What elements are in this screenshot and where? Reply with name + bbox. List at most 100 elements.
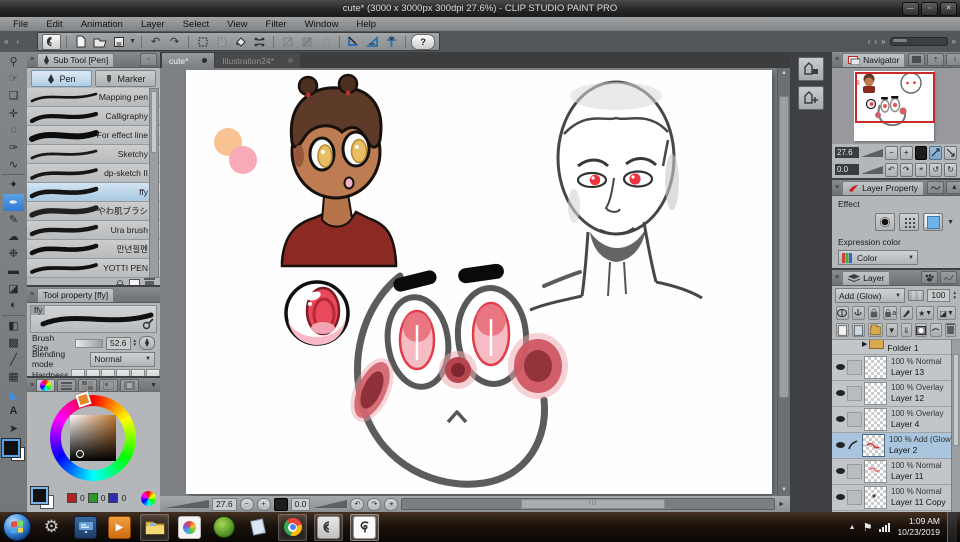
taskbar-display-app[interactable] [72,515,99,540]
layer-row-folder[interactable]: ▶ 100 % Normal Folder 1 [832,340,960,355]
lock-transparent-icon[interactable]: a [883,306,898,320]
navigator-tab[interactable]: Navigator [842,52,906,67]
move-layer-tool[interactable]: ✛ [3,105,24,122]
brush-item[interactable]: 만년필펜 [27,240,160,259]
layer-checkbox[interactable] [847,412,862,427]
brush-size-slider[interactable] [75,338,103,348]
menu-select[interactable]: Select [174,17,218,31]
reset-rotation-button[interactable]: ✳ [384,497,399,511]
transfer-layer-button[interactable]: ▼ [886,323,898,337]
vertical-scroll-thumb[interactable] [779,96,789,398]
decoration-tool[interactable]: ❉ [3,245,24,262]
delete-layer-button[interactable] [944,323,956,337]
horizontal-scrollbar[interactable]: III [401,498,776,510]
layer-checkbox[interactable] [847,360,862,375]
taskbar-settings-app[interactable]: ⚙ [38,515,65,540]
tab-color-set[interactable] [78,378,98,392]
taskbar-medibang-app[interactable] [176,515,203,540]
scroll-left-icon[interactable]: « [0,37,12,46]
create-mask-button[interactable] [915,323,927,337]
horizontal-scroll-thumb[interactable]: III [521,499,665,509]
merge-layer-button[interactable]: ⇓ [900,323,912,337]
blend-mode-dropdown[interactable]: Add (Glow) ▼ [835,288,905,303]
taskbar-clock[interactable]: 1:09 AM 10/23/2019 [897,516,940,537]
dock-collapse-icon[interactable]: » [881,37,885,46]
layer-visible-icon[interactable] [836,468,845,474]
reselect-button[interactable] [213,35,230,49]
layer-row[interactable]: 100 % Overlay Layer 12 [832,381,960,407]
navigator-zoom-value[interactable]: 27.6 [835,147,859,158]
menu-window[interactable]: Window [296,17,348,31]
rotate-cw-button[interactable]: ↷ [367,497,382,511]
navigator-zoom-slider[interactable] [861,148,883,157]
undo-button[interactable]: ↶ [147,35,164,49]
layer-thumbnail[interactable] [864,486,887,509]
brush-item[interactable]: Mapping pen [27,88,160,107]
soft-eraser-tool[interactable]: ◪ [3,279,24,296]
menu-file[interactable]: File [4,17,37,31]
transform-button[interactable] [251,35,268,49]
menu-view[interactable]: View [218,17,256,31]
layer-row[interactable]: 100 % Normal Layer 11 Copy [832,485,960,511]
mask-combo-button[interactable]: ◪ ▼ [937,306,956,320]
apply-mask-button[interactable] [930,323,942,337]
snap-to-ruler-button[interactable] [345,35,362,49]
tab-information[interactable]: i [946,53,960,66]
tab-item-bank[interactable]: ⇡ [927,53,945,66]
tab-pen[interactable]: Pen [31,70,92,87]
auto-select-tool[interactable]: ✦ [3,176,24,193]
snap-to-grid-button[interactable] [383,35,400,49]
eraser-tool[interactable]: ▬ [3,262,24,279]
dock-mini-scrollbar[interactable] [889,37,948,46]
menu-edit[interactable]: Edit [37,17,71,31]
blend-tool[interactable]: ◐ [3,297,24,314]
save-dropdown-icon[interactable]: ▼ [129,38,136,45]
clip-to-layer-icon[interactable] [851,306,865,320]
brush-item[interactable]: やわ肌ブラシ [27,202,160,221]
lock-layer-icon[interactable] [867,306,881,320]
brush-item-selected[interactable]: ffy [27,183,160,202]
opacity-stepper[interactable]: ▲ ▼ [953,290,957,300]
layer-visible-icon[interactable] [836,442,845,448]
brush-size-stepper[interactable]: ▲ ▼ [133,338,137,348]
blending-mode-dropdown[interactable]: Normal ▼ [90,351,155,367]
layer-thumbnail[interactable] [864,408,887,431]
gradient-tool[interactable]: ▩ [3,334,24,351]
new-raster-layer-button[interactable] [836,323,849,337]
layer-visible-icon[interactable] [836,494,845,500]
main-color-swatch[interactable] [2,439,20,458]
rotate-slider[interactable] [313,500,348,508]
zoom-tool[interactable]: ⚲ [3,53,24,70]
tab-layer-paw[interactable] [921,271,938,284]
clip-studio-logo-button[interactable] [42,33,62,50]
color-wheel[interactable] [27,391,160,486]
layer-edit-icon[interactable] [847,439,860,452]
layer-color-button[interactable] [923,213,944,231]
tab-layer-search[interactable] [926,181,944,194]
line-correction-tool[interactable]: ∿ [3,156,24,173]
layer-row[interactable]: 100 % Normal Layer 13 [832,355,960,381]
nav-zoom-out-button[interactable]: − [885,145,898,160]
open-file-button[interactable] [91,35,108,49]
selection-tool[interactable]: ◌ [3,122,24,139]
tool-property-tab[interactable]: Tool property [ffy] [37,287,115,302]
tray-expand-icon[interactable]: ▲ [849,524,856,531]
scroll-left2-icon[interactable]: ‹ [12,37,23,46]
ruler-combo-button[interactable]: ★ ▼ [915,306,935,320]
layer-thumbnail[interactable] [862,434,885,457]
zoom-in-button[interactable]: + [256,497,271,511]
layer-visible-icon[interactable] [836,416,845,422]
zoom-slider[interactable] [165,500,209,508]
taskbar-media-player-app[interactable]: ▶ [106,515,133,540]
tab-marker[interactable]: Marker [95,70,156,87]
rotate-ccw-button[interactable]: ↶ [350,497,365,511]
layer-checkbox[interactable] [847,464,862,479]
fill-selection-button[interactable] [232,35,249,49]
maximize-button[interactable]: ▫ [921,2,938,16]
quick-access-palette-button[interactable] [798,57,824,81]
tab-subview[interactable] [908,53,926,66]
tab-intermediate-color[interactable] [99,378,119,392]
sub-palette-button[interactable] [798,86,824,110]
brush-item[interactable]: YOTTI PEN [27,259,160,278]
hardness-step[interactable] [116,368,131,376]
